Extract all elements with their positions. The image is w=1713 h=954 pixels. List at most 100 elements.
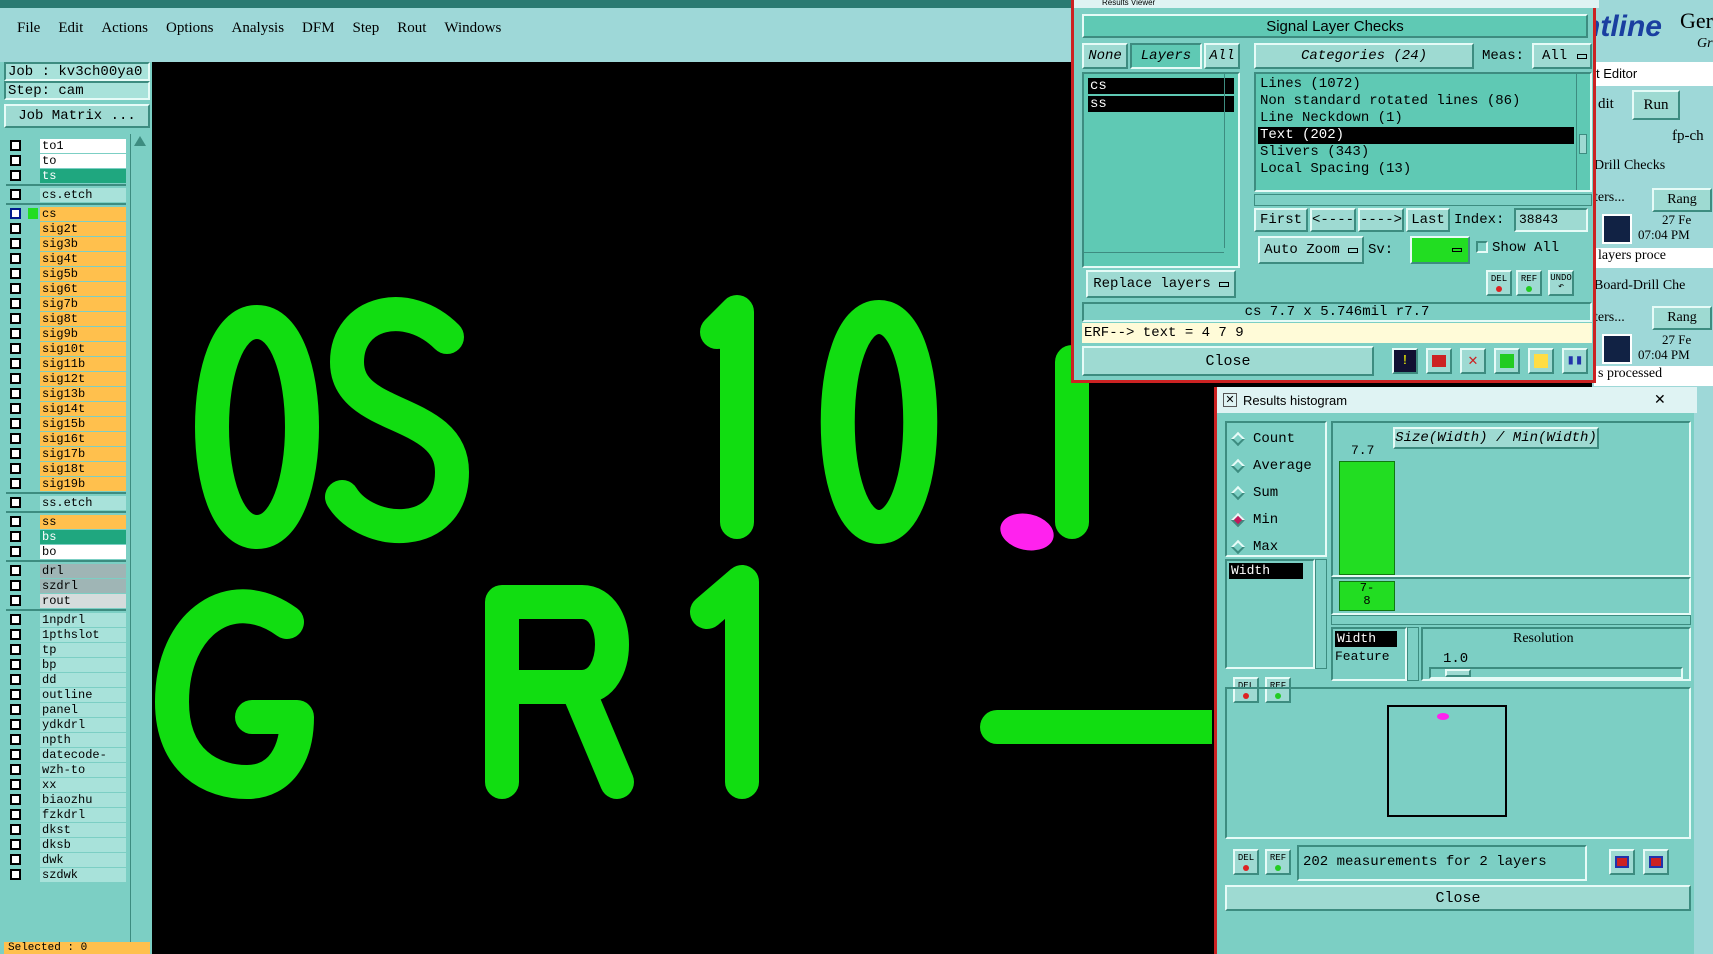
aggregate-radio[interactable]: Max [1227, 533, 1325, 560]
layer-row[interactable]: sig4t [4, 251, 128, 266]
layer-checkbox[interactable] [10, 373, 21, 384]
run-button[interactable]: Run [1632, 90, 1680, 120]
layer-checkbox[interactable] [10, 674, 21, 685]
category-item[interactable]: Text (202) [1258, 127, 1574, 144]
menu-dfm[interactable]: DFM [293, 18, 344, 39]
layer-checkbox[interactable] [10, 189, 21, 200]
layer-row[interactable]: sig14t [4, 401, 128, 416]
layer-checkbox[interactable] [10, 869, 21, 880]
layer-checkbox[interactable] [10, 343, 21, 354]
layer-row[interactable]: ydkdrl [4, 717, 128, 732]
numbering-icon[interactable] [1494, 348, 1520, 374]
meas-select[interactable]: All [1532, 43, 1592, 69]
close-x-icon[interactable]: ✕ [1654, 391, 1672, 409]
layer-row[interactable]: ss [4, 514, 128, 529]
layer-checkbox[interactable] [10, 155, 21, 166]
none-button[interactable]: None [1082, 43, 1128, 69]
layer-row[interactable]: dwk [4, 852, 128, 867]
bin-label[interactable]: 7- 8 [1339, 581, 1395, 611]
attribute-item[interactable]: Width [1229, 563, 1303, 579]
layer-checkbox[interactable] [10, 580, 21, 591]
layer-checkbox[interactable] [10, 764, 21, 775]
scroll-thumb[interactable] [1579, 134, 1587, 154]
histogram-bar[interactable] [1339, 461, 1395, 575]
layer-checkbox[interactable] [10, 140, 21, 151]
next-button[interactable]: ----> [1358, 208, 1404, 232]
graphic-canvas[interactable] [152, 62, 1212, 954]
layer-checkbox[interactable] [10, 313, 21, 324]
layer-checkbox[interactable] [10, 565, 21, 576]
layer-row[interactable]: sig5b [4, 266, 128, 281]
layer-row[interactable]: fzkdrl [4, 807, 128, 822]
layer-row[interactable]: wzh-to [4, 762, 128, 777]
categories-hscroll[interactable] [1254, 194, 1592, 206]
category-item[interactable]: Local Spacing (13) [1258, 161, 1574, 178]
category-item[interactable]: Slivers (343) [1258, 144, 1574, 161]
layer-checkbox[interactable] [10, 388, 21, 399]
aggregate-radio[interactable]: Sum [1227, 479, 1325, 506]
mark-icon[interactable]: ! [1392, 348, 1418, 374]
layer-checkbox[interactable] [10, 497, 21, 508]
layer-checkbox[interactable] [10, 418, 21, 429]
all-button[interactable]: All [1204, 43, 1240, 69]
layers-tab[interactable]: Layers [1130, 43, 1202, 69]
zoom-back-icon[interactable] [1643, 849, 1669, 875]
menu-options[interactable]: Options [157, 18, 223, 39]
layer-checkbox[interactable] [10, 268, 21, 279]
range-button-2[interactable]: Rang [1652, 306, 1712, 330]
layer-row[interactable]: bo [4, 544, 128, 559]
menu-windows[interactable]: Windows [435, 18, 510, 39]
layer-checkbox[interactable] [10, 794, 21, 805]
layer-checkbox[interactable] [10, 734, 21, 745]
layer-checkbox[interactable] [10, 779, 21, 790]
layer-row[interactable]: xx [4, 777, 128, 792]
menu-file[interactable]: File [8, 18, 49, 39]
layer-row[interactable]: cs.etch [4, 187, 128, 202]
layer-list-hscroll[interactable] [1084, 252, 1224, 266]
prev-button[interactable]: <---- [1310, 208, 1356, 232]
layer-row[interactable]: sig18t [4, 461, 128, 476]
layer-row[interactable]: szdwk [4, 867, 128, 882]
layer-checkbox[interactable] [10, 478, 21, 489]
layer-checkbox[interactable] [10, 448, 21, 459]
layer-row[interactable]: sig15b [4, 416, 128, 431]
menu-step[interactable]: Step [344, 18, 389, 39]
layer-checkbox[interactable] [10, 689, 21, 700]
layer-checkbox[interactable] [10, 854, 21, 865]
group-by-item[interactable]: Width [1335, 631, 1397, 647]
layer-checkbox[interactable] [10, 809, 21, 820]
layer-row[interactable]: sig16t [4, 431, 128, 446]
layer-row[interactable]: sig3b [4, 236, 128, 251]
layer-row[interactable]: tp [4, 642, 128, 657]
layer-row[interactable]: sig11b [4, 356, 128, 371]
layer-row[interactable]: bp [4, 657, 128, 672]
layer-checkbox[interactable] [10, 719, 21, 730]
layer-row[interactable]: outline [4, 687, 128, 702]
layer-checkbox[interactable] [10, 253, 21, 264]
auto-zoom-select[interactable]: Auto Zoom [1258, 236, 1364, 264]
layer-row[interactable]: sig8t [4, 311, 128, 326]
layer-checkbox[interactable] [10, 531, 21, 542]
zoom-to-icon[interactable] [1609, 849, 1635, 875]
aggregate-radio[interactable]: Count [1227, 425, 1325, 452]
index-field[interactable]: 38843 [1514, 208, 1588, 232]
layer-row[interactable]: sig7b [4, 296, 128, 311]
window-menu-icon[interactable]: ✕ [1223, 393, 1237, 407]
group-by-scroll[interactable] [1407, 627, 1419, 681]
layer-row[interactable]: 1pthslot [4, 627, 128, 642]
layer-row[interactable]: biaozhu [4, 792, 128, 807]
layer-checkbox[interactable] [10, 546, 21, 557]
layer-checkbox[interactable] [10, 298, 21, 309]
layer-row[interactable]: sig2t [4, 221, 128, 236]
layer-checkbox[interactable] [10, 614, 21, 625]
category-item[interactable]: Lines (1072) [1258, 76, 1574, 93]
layer-row[interactable]: ts [4, 168, 128, 183]
layer-row[interactable]: sig13b [4, 386, 128, 401]
layer-checkbox[interactable] [10, 463, 21, 474]
layer-checkbox[interactable] [10, 629, 21, 640]
menu-actions[interactable]: Actions [92, 18, 157, 39]
clear-marks-icon[interactable]: ✕ [1460, 348, 1486, 374]
layer-row[interactable]: panel [4, 702, 128, 717]
report-icon[interactable] [1426, 348, 1452, 374]
layer-checkbox[interactable] [10, 516, 21, 527]
